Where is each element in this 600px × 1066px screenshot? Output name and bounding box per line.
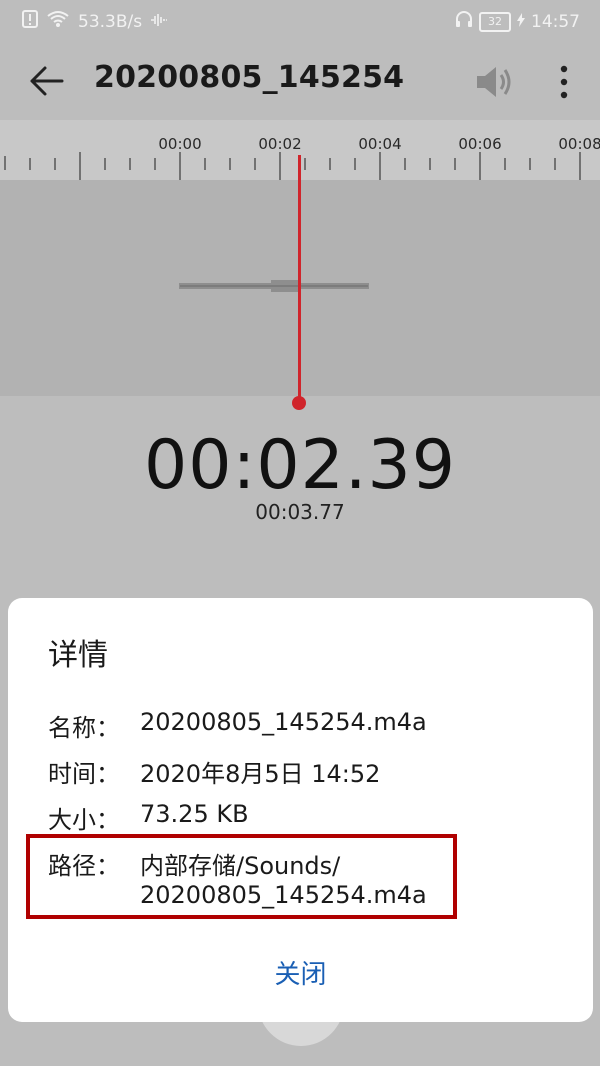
battery-icon: 32 xyxy=(479,11,511,32)
current-time: 00:02.39 xyxy=(143,426,457,505)
headphones-icon xyxy=(455,10,473,33)
speaker-icon[interactable] xyxy=(472,64,514,100)
path-highlight-box xyxy=(26,834,457,919)
detail-row-time: 时间： 2020年8月5日 14:52 xyxy=(48,754,380,789)
more-options-icon[interactable] xyxy=(552,62,576,102)
tick-label: 00:00 xyxy=(158,135,202,153)
detail-row-name: 名称： 20200805_145254.m4a xyxy=(48,708,427,743)
playhead[interactable] xyxy=(298,155,301,401)
status-right: 32 14:57 xyxy=(455,10,580,33)
tick-label: 00:02 xyxy=(258,135,302,153)
detail-label: 时间： xyxy=(48,760,120,788)
wifi-icon xyxy=(46,10,70,33)
charging-icon xyxy=(517,12,525,32)
network-speed: 53.3B/s xyxy=(78,11,143,32)
detail-label: 大小： xyxy=(48,806,120,834)
close-button[interactable]: 关闭 xyxy=(8,954,593,991)
tick-label: 00:08 xyxy=(558,135,600,153)
playhead-handle[interactable] xyxy=(292,396,306,410)
detail-value: 20200805_145254.m4a xyxy=(140,708,427,736)
details-dialog: 详情 名称： 20200805_145254.m4a 时间： 2020年8月5日… xyxy=(8,598,593,1022)
detail-label: 名称： xyxy=(48,714,120,742)
audio-wave-icon xyxy=(150,12,168,32)
app-bar: 20200805_145254 xyxy=(0,42,600,120)
clock: 14:57 xyxy=(531,11,580,32)
back-arrow-icon[interactable] xyxy=(26,60,68,102)
detail-row-size: 大小： 73.25 KB xyxy=(48,800,249,835)
status-bar: 53.3B/s 32 14:57 xyxy=(0,0,600,42)
status-left: 53.3B/s xyxy=(22,10,168,33)
tick-label: 00:04 xyxy=(358,135,402,153)
alert-icon xyxy=(22,10,38,33)
detail-value: 2020年8月5日 14:52 xyxy=(140,760,381,788)
detail-value: 73.25 KB xyxy=(140,800,249,828)
total-duration: 00:03.77 xyxy=(255,500,345,524)
tick-label: 00:06 xyxy=(458,135,502,153)
page-title: 20200805_145254 xyxy=(94,60,405,95)
dialog-title: 详情 xyxy=(48,638,108,673)
